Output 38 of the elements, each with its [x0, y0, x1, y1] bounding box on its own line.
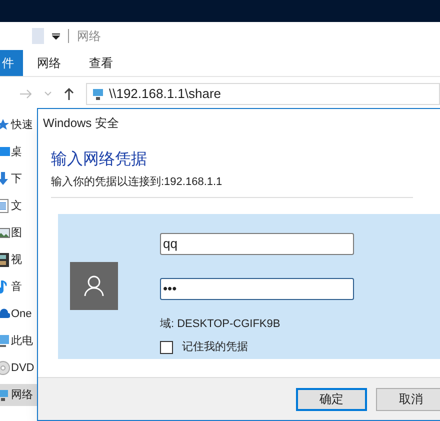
nav-item[interactable]: 文	[0, 195, 37, 217]
dialog-heading: 输入网络凭据	[51, 150, 148, 170]
network-icon	[0, 388, 10, 402]
nav-item[interactable]: 视	[0, 249, 37, 271]
monitor-icon	[0, 145, 10, 159]
address-field[interactable]: \\192.168.1.1\share	[86, 82, 440, 104]
download-icon	[0, 172, 10, 186]
network-icon	[91, 86, 105, 100]
dialog-title: Windows 安全	[42, 115, 120, 132]
dialog-button[interactable]: 确定	[296, 388, 366, 410]
remember-label[interactable]: 记住我的凭据	[182, 339, 248, 356]
nav-item[interactable]: One	[0, 303, 37, 325]
nav-item[interactable]: 此电	[0, 330, 37, 352]
ribbon-tab[interactable]: 件	[0, 50, 23, 76]
username-field[interactable]: qq	[160, 232, 354, 254]
nav-item[interactable]: 下	[0, 168, 37, 190]
nav-item[interactable]: 网络	[0, 384, 37, 406]
nav-item[interactable]: 桌	[0, 141, 37, 163]
ribbon-tab[interactable]: 网络	[23, 50, 75, 76]
ribbon-tab[interactable]: 查看	[75, 50, 127, 76]
nav-item[interactable]: 快速	[0, 114, 37, 136]
dropdown-icon[interactable]	[52, 32, 60, 40]
up-arrow-icon[interactable]	[64, 88, 74, 100]
film-icon	[0, 253, 10, 267]
star-icon	[0, 118, 10, 132]
remember-checkbox[interactable]	[160, 340, 173, 354]
window-title: 网络	[77, 28, 101, 45]
domain-text: 域: DESKTOP-CGIFK9B	[160, 316, 282, 332]
nav-item[interactable]: DVD	[0, 357, 37, 379]
dialog-subtitle: 输入你的凭据以连接到:192.168.1.1	[51, 174, 224, 190]
picture-icon	[0, 226, 10, 240]
nav-item[interactable]: 音	[0, 276, 37, 298]
dialog-button[interactable]: 取消	[376, 388, 440, 410]
computer-icon	[0, 334, 10, 348]
cloud-icon	[0, 307, 10, 321]
nav-item[interactable]: 图	[0, 222, 37, 244]
user-icon	[84, 275, 104, 297]
password-field[interactable]: •••	[160, 278, 354, 300]
